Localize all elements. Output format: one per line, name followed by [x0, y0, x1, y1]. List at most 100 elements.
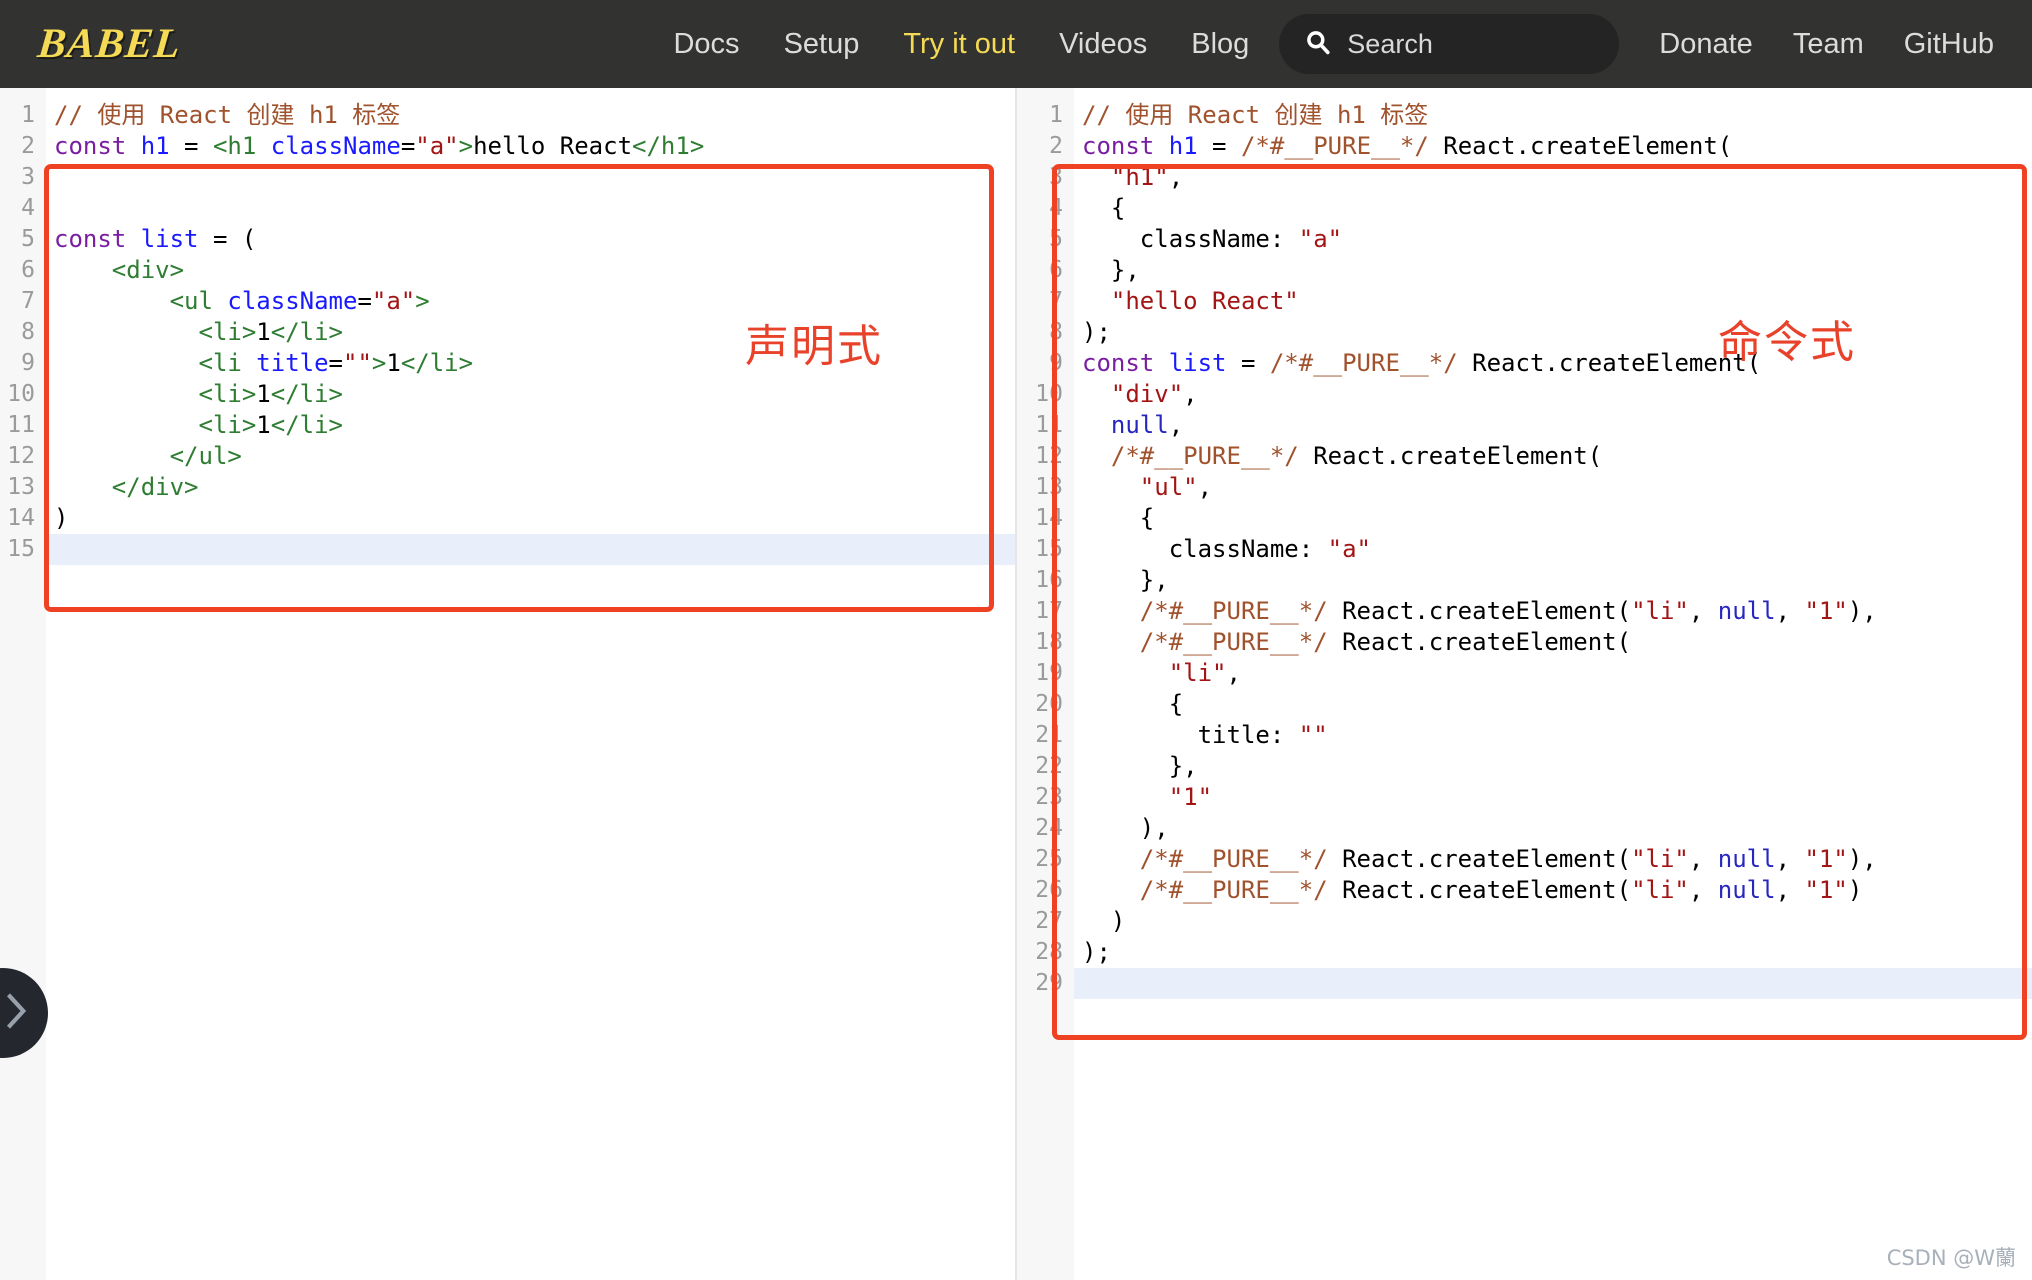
code-token: React.createElement(	[1327, 597, 1632, 625]
code-token: =	[1197, 132, 1241, 160]
line-number: 7	[21, 288, 35, 314]
code-token: "a"	[1327, 535, 1371, 563]
code-token: );	[1082, 938, 1111, 966]
code-line[interactable]: <li>1</li>	[46, 410, 1015, 441]
code-line[interactable]: const h1 = <h1 className="a">hello React…	[46, 131, 1015, 162]
code-token: );	[1082, 318, 1111, 346]
jsx-source-pane[interactable]: 1 2 3 4 5 6 7 8 9 10 11 12 13 14 15 // 使用 React 创建 h1 …	[0, 88, 1017, 1280]
code-line[interactable]: </ul>	[46, 441, 1015, 472]
code-line[interactable]: )	[1074, 906, 2032, 937]
nav-link-github[interactable]: GitHub	[1904, 28, 1994, 61]
code-token: <li>	[54, 318, 257, 346]
search-icon	[1305, 29, 1331, 60]
code-token: ""	[1298, 721, 1328, 749]
code-line[interactable]: // 使用 React 创建 h1 标签	[1074, 100, 2032, 131]
nav-link-docs[interactable]: Docs	[673, 28, 739, 61]
code-token: ),	[1082, 814, 1169, 842]
code-line[interactable]: "hello React"	[1074, 286, 2032, 317]
code-line[interactable]: /*#__PURE__*/ React.createElement(	[1074, 441, 2032, 472]
compiled-output-pane[interactable]: 1 2 3 4 5 6 7 8 9 10 11 12 13 14 15 16 17 18 19 20 21 22 23 24 2…	[1017, 88, 2032, 1280]
code-token: // 使用 React 创建 h1 标签	[1082, 101, 1429, 129]
code-token: list	[1168, 349, 1227, 377]
annotation-declarative: 声明式	[745, 321, 883, 372]
code-token: =	[328, 349, 343, 377]
line-number: 4	[21, 195, 35, 221]
code-token: ,	[1183, 380, 1198, 408]
code-token: )	[54, 504, 69, 532]
code-line[interactable]: "ul",	[1074, 472, 2032, 503]
code-content-left[interactable]: // 使用 React 创建 h1 标签 const h1 = <h1 class…	[46, 88, 1015, 1280]
code-line[interactable]: <div>	[46, 255, 1015, 286]
code-line[interactable]: className: "a"	[1074, 224, 2032, 255]
code-line[interactable]: const list = /*#__PURE__*/ React.createE…	[1074, 348, 2032, 379]
code-token: "hello React"	[1110, 287, 1299, 315]
code-token: ,	[1226, 659, 1241, 687]
code-token: "h1"	[1110, 163, 1169, 191]
code-line[interactable]	[46, 162, 1015, 193]
code-token: React.createElement(	[1327, 876, 1632, 904]
code-line[interactable]: /*#__PURE__*/ React.createElement("li", …	[1074, 875, 2032, 906]
code-line[interactable]: /*#__PURE__*/ React.createElement(	[1074, 627, 2032, 658]
code-line[interactable]: const list = (	[46, 224, 1015, 255]
code-line[interactable]: const h1 = /*#__PURE__*/ React.createEle…	[1074, 131, 2032, 162]
code-line[interactable]: title: ""	[1074, 720, 2032, 751]
code-line[interactable]: "1"	[1074, 782, 2032, 813]
code-token: React.createElement(	[1327, 845, 1632, 873]
code-line[interactable]: ),	[1074, 813, 2032, 844]
code-token: ,	[1775, 845, 1805, 873]
code-token: "li"	[1631, 845, 1689, 873]
code-token: {	[1082, 504, 1155, 532]
code-line[interactable]	[46, 193, 1015, 224]
code-line[interactable]: /*#__PURE__*/ React.createElement("li", …	[1074, 844, 2032, 875]
nav-link-blog[interactable]: Blog	[1191, 28, 1249, 61]
babel-logo[interactable]: BABEL	[36, 21, 184, 67]
code-token: "1"	[1804, 876, 1848, 904]
line-number: 18	[1035, 629, 1063, 655]
code-token: ,	[1688, 876, 1718, 904]
code-token: ,	[1197, 473, 1213, 501]
code-line[interactable]: {	[1074, 689, 2032, 720]
code-line[interactable]: {	[1074, 193, 2032, 224]
code-line[interactable]: )	[46, 503, 1015, 534]
code-line[interactable]: "div",	[1074, 379, 2032, 410]
code-line[interactable]: className: "a"	[1074, 534, 2032, 565]
code-line[interactable]: },	[1074, 751, 2032, 782]
code-line[interactable]	[46, 534, 1015, 565]
code-line[interactable]	[1074, 968, 2032, 999]
code-line[interactable]: </div>	[46, 472, 1015, 503]
code-line[interactable]: "h1",	[1074, 162, 2032, 193]
code-token: </h1>	[632, 132, 705, 160]
code-line[interactable]: },	[1074, 255, 2032, 286]
nav-link-setup[interactable]: Setup	[784, 28, 860, 61]
nav-link-team[interactable]: Team	[1793, 28, 1864, 61]
search-input[interactable]: Search	[1279, 14, 1620, 74]
code-token: const	[54, 132, 141, 160]
line-number: 22	[1035, 753, 1063, 779]
line-number: 23	[1035, 784, 1063, 810]
line-number: 19	[1035, 660, 1063, 686]
code-line[interactable]: );	[1074, 937, 2032, 968]
code-line[interactable]: {	[1074, 503, 2032, 534]
code-line[interactable]: /*#__PURE__*/ React.createElement("li", …	[1074, 596, 2032, 627]
code-line[interactable]: "li",	[1074, 658, 2032, 689]
code-token: 1	[256, 318, 271, 346]
code-token: /*#__PURE__*/	[1139, 845, 1328, 873]
code-token: React.createElement(	[1428, 132, 1733, 160]
code-line[interactable]: },	[1074, 565, 2032, 596]
nav-link-donate[interactable]: Donate	[1659, 28, 1753, 61]
code-line[interactable]: <li>1</li>	[46, 379, 1015, 410]
code-line[interactable]: null,	[1074, 410, 2032, 441]
code-token: const	[54, 225, 141, 253]
code-line[interactable]: // 使用 React 创建 h1 标签	[46, 100, 1015, 131]
nav-link-videos[interactable]: Videos	[1059, 28, 1147, 61]
code-content-right[interactable]: // 使用 React 创建 h1 标签 const h1 = /*#__PURE…	[1074, 88, 2032, 1280]
code-token: "a"	[415, 132, 459, 160]
nav-link-try-it-out[interactable]: Try it out	[903, 28, 1015, 61]
code-token: title	[256, 349, 329, 377]
line-number: 8	[1049, 319, 1063, 345]
code-token: null	[1717, 876, 1776, 904]
primary-nav: Docs Setup Try it out Videos Blog	[673, 28, 1249, 61]
code-line[interactable]: );	[1074, 317, 2032, 348]
code-token: "1"	[1168, 783, 1213, 811]
